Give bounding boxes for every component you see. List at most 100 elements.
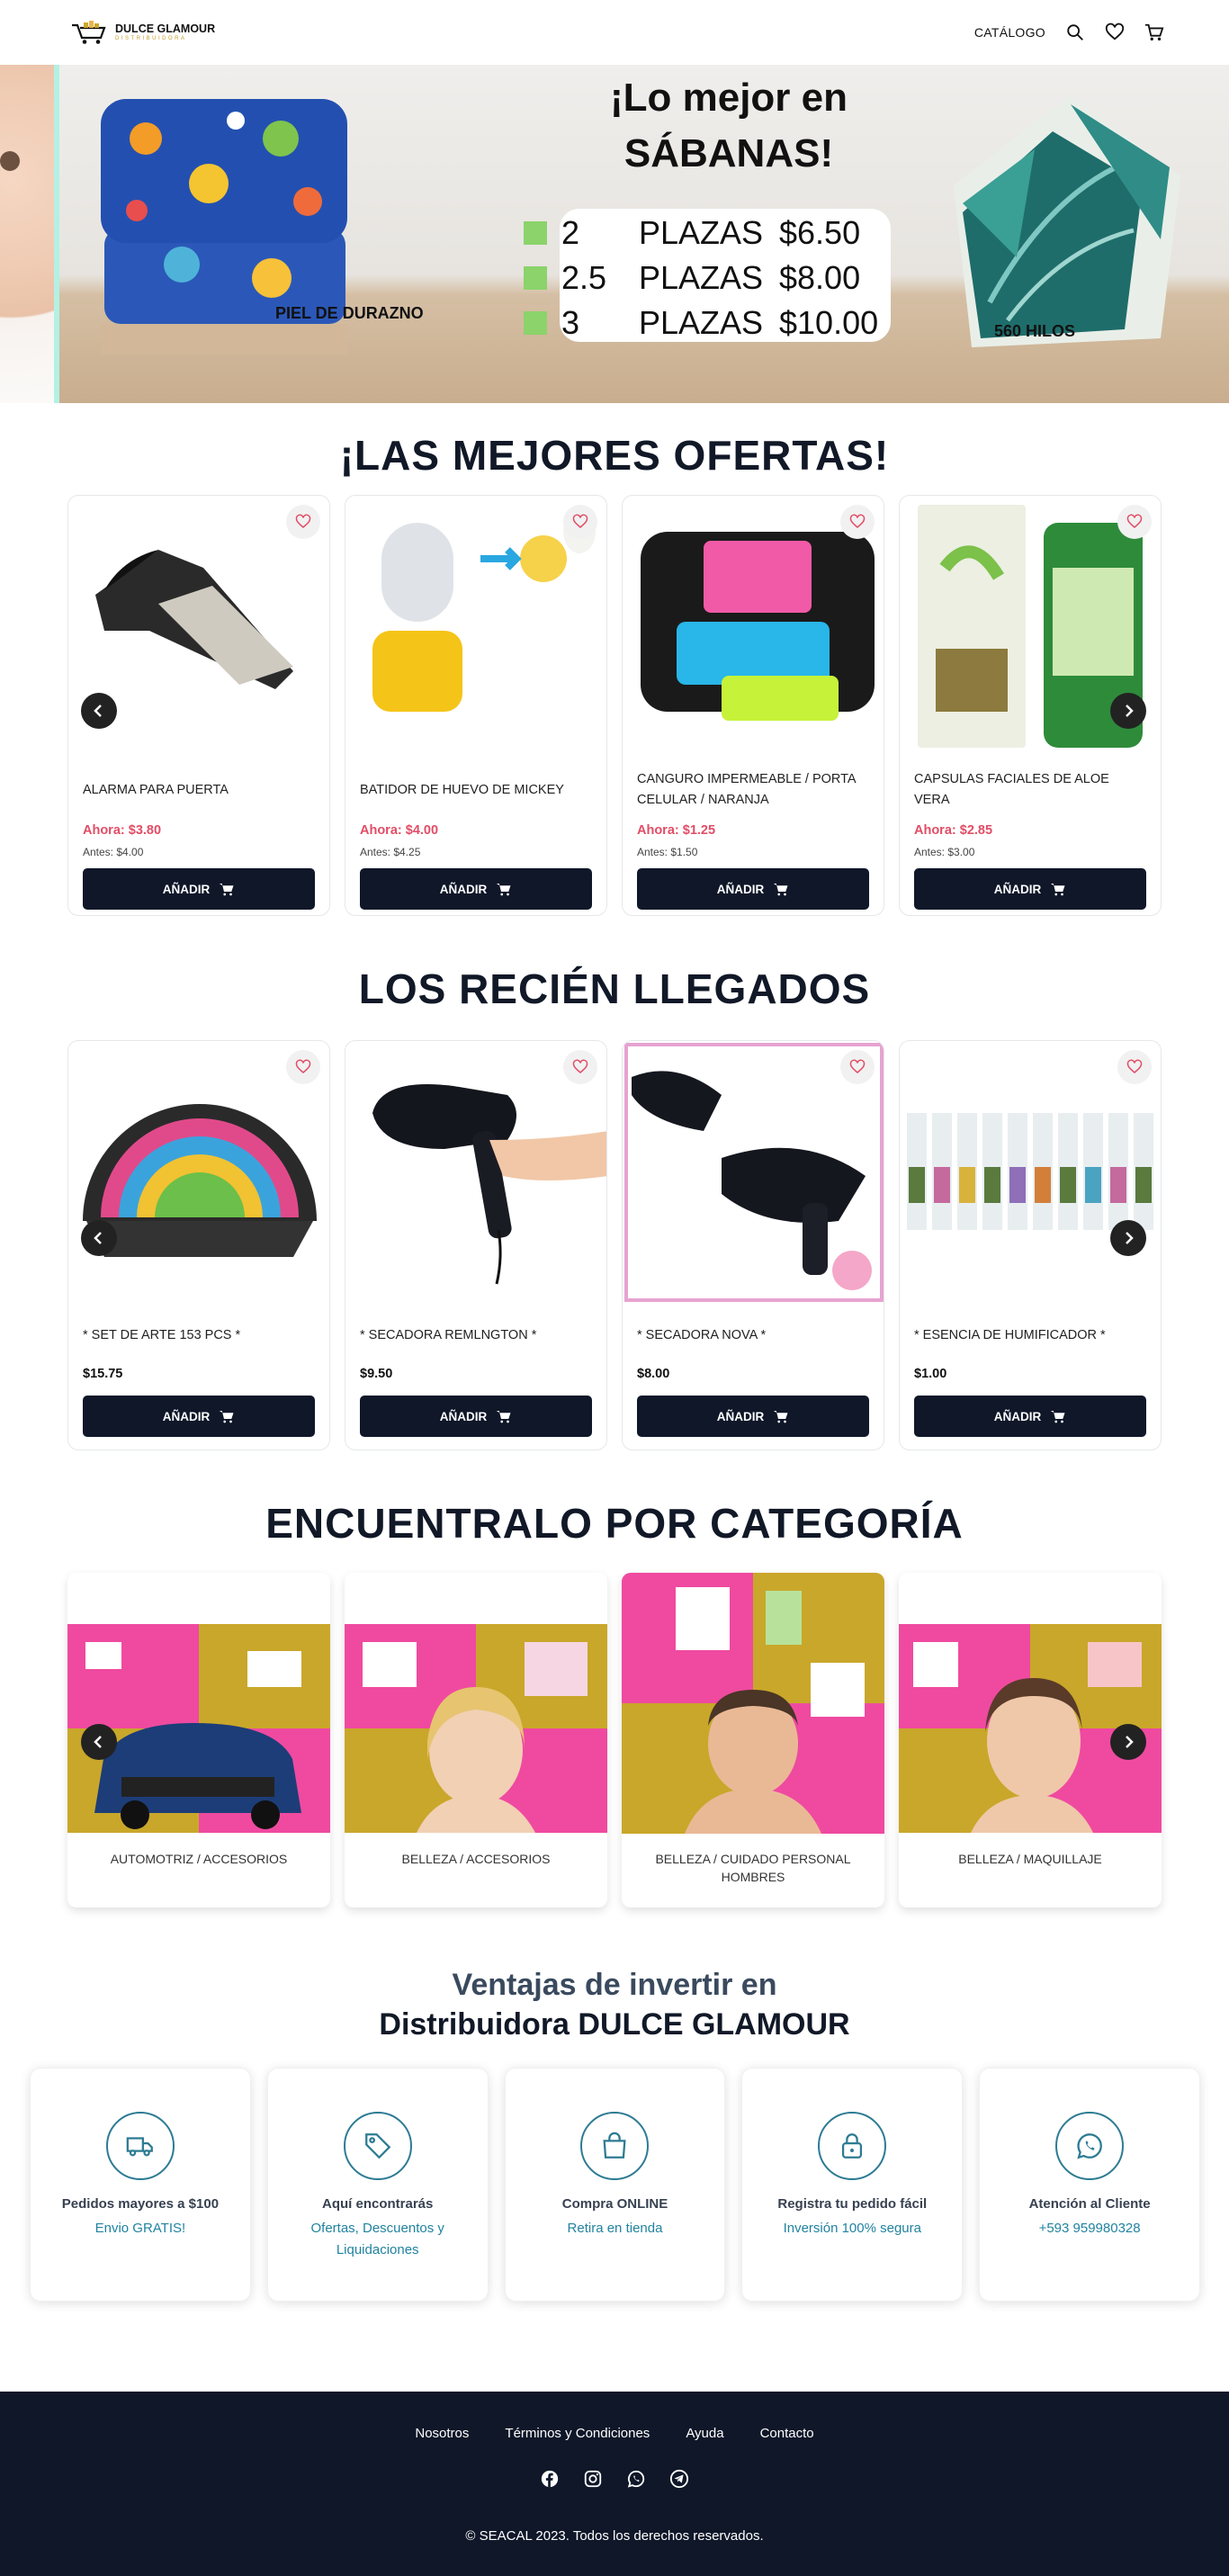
advantage-title: Compra ONLINE <box>561 2196 668 2212</box>
product-price: $9.50 <box>360 1367 393 1381</box>
product-name[interactable]: BATIDOR DE HUEVO DE MICKEY <box>360 780 592 801</box>
hero-price-row: 2 PLAZAS $6.50 <box>524 211 878 256</box>
product-card[interactable]: CANGURO IMPERMEABLE / PORTA CELULAR / NA… <box>622 495 884 916</box>
wishlist-button[interactable] <box>840 1050 875 1084</box>
wishlist-button[interactable] <box>286 1050 320 1084</box>
add-to-cart-button[interactable]: AÑADIR <box>637 1396 869 1437</box>
carousel-next-button[interactable] <box>1110 1724 1146 1760</box>
wishlist-button[interactable] <box>563 505 597 539</box>
advantage-title: Pedidos mayores a $100 <box>61 2196 220 2212</box>
wishlist-button[interactable] <box>286 505 320 539</box>
product-old-price: Antes: $4.25 <box>360 846 421 858</box>
search-icon[interactable] <box>1065 22 1085 42</box>
heart-icon[interactable] <box>1105 22 1125 42</box>
lock-icon <box>818 2112 887 2180</box>
cart-icon <box>774 884 788 896</box>
wishlist-button[interactable] <box>1117 1050 1152 1084</box>
wishlist-button[interactable] <box>563 1050 597 1084</box>
product-name[interactable]: ALARMA PARA PUERTA <box>83 780 315 801</box>
offers-title: ¡LAS MEJORES OFERTAS! <box>339 432 890 479</box>
category-card[interactable]: BELLEZA / CUIDADO PERSONAL HOMBRES <box>622 1573 884 1907</box>
product-name[interactable]: CANGURO IMPERMEABLE / PORTA CELULAR / NA… <box>637 769 869 811</box>
category-label: BELLEZA / MAQUILLAJE <box>958 1852 1102 1866</box>
product-price: $8.00 <box>637 1367 670 1381</box>
advantages-title-line1: Ventajas de invertir en <box>452 1968 777 2002</box>
hero-baby-image <box>0 65 56 403</box>
product-name[interactable]: CAPSULAS FACIALES DE ALOE VERA <box>914 769 1146 811</box>
chevron-right-icon <box>1126 1232 1134 1244</box>
site-footer: Nosotros Términos y Condiciones Ayuda Co… <box>0 2392 1229 2576</box>
cart-icon <box>220 884 234 896</box>
hero-banner[interactable]: PIEL DE DURAZNO ¡Lo mejor en SÁBANAS! 2P… <box>0 65 1229 403</box>
carousel-next-button[interactable] <box>1110 693 1146 729</box>
categories-title: ENCUENTRALO POR CATEGORÍA <box>265 1500 964 1547</box>
hero-fern-sheet-image <box>954 95 1180 347</box>
wishlist-button[interactable] <box>1117 505 1152 539</box>
facebook-icon[interactable] <box>540 2469 560 2489</box>
advantage-card: Atención al Cliente +593 959980328 <box>979 2068 1200 2302</box>
heart-icon <box>572 1059 588 1073</box>
product-sale-price: Ahora: $1.25 <box>637 823 716 838</box>
product-image <box>345 496 606 757</box>
product-name[interactable]: * SECADORA NOVA * <box>637 1325 869 1346</box>
shopping-bag-icon <box>580 2112 650 2180</box>
add-to-cart-button[interactable]: AÑADIR <box>83 1396 315 1437</box>
wishlist-button[interactable] <box>840 505 875 539</box>
footer-link-contact[interactable]: Contacto <box>760 2426 814 2441</box>
carousel-next-button[interactable] <box>1110 1220 1146 1256</box>
advantage-text[interactable]: +593 959980328 <box>1016 2218 1163 2239</box>
cart-icon <box>1051 884 1065 896</box>
carousel-prev-button[interactable] <box>81 1724 117 1760</box>
product-image <box>345 1041 606 1302</box>
product-name[interactable]: * ESENCIA DE HUMIFICADOR * <box>914 1325 1146 1346</box>
add-to-cart-button[interactable]: AÑADIR <box>360 1396 592 1437</box>
social-links <box>0 2469 1229 2489</box>
telegram-icon[interactable] <box>669 2469 689 2489</box>
product-card[interactable]: * SECADORA REMLNGTON * $9.50 AÑADIR <box>345 1040 607 1450</box>
site-logo[interactable]: DULCE GLAMOUR DISTRIBUIDORA <box>70 20 215 45</box>
product-price: $15.75 <box>83 1367 123 1381</box>
advantage-card: Registra tu pedido fácil Inversión 100% … <box>741 2068 964 2302</box>
add-to-cart-button[interactable]: AÑADIR <box>914 868 1146 910</box>
whatsapp-icon[interactable] <box>626 2469 646 2489</box>
nav-catalog-link[interactable]: CATÁLOGO <box>974 25 1045 40</box>
cart-icon[interactable] <box>1144 22 1164 42</box>
add-to-cart-button[interactable]: AÑADIR <box>637 868 869 910</box>
site-header: DULCE GLAMOUR DISTRIBUIDORA CATÁLOGO <box>0 0 1229 65</box>
advantages-title-line2: Distribuidora DULCE GLAMOUR <box>379 2007 850 2042</box>
truck-icon <box>105 2112 175 2180</box>
product-image <box>68 1041 329 1302</box>
product-old-price: Antes: $3.00 <box>914 846 975 858</box>
product-image <box>900 1041 1161 1302</box>
main-nav: CATÁLOGO <box>974 22 1164 42</box>
footer-link-about[interactable]: Nosotros <box>415 2426 469 2441</box>
carousel-prev-button[interactable] <box>81 693 117 729</box>
add-to-cart-button[interactable]: AÑADIR <box>360 868 592 910</box>
advantage-card: Compra ONLINE Retira en tienda <box>504 2068 726 2302</box>
advantage-text: Inversión 100% segura <box>783 2221 921 2236</box>
add-to-cart-button[interactable]: AÑADIR <box>83 868 315 910</box>
advantages-list: Pedidos mayores a $100 Envio GRATIS! Aqu… <box>0 2068 1229 2302</box>
product-sale-price: Ahora: $3.80 <box>83 823 162 838</box>
category-image <box>622 1573 884 1834</box>
add-to-cart-button[interactable]: AÑADIR <box>914 1396 1146 1437</box>
chevron-right-icon <box>1126 705 1134 717</box>
tag-icon <box>343 2112 412 2180</box>
hero-label-left: PIEL DE DURAZNO <box>275 304 424 322</box>
product-card[interactable]: BATIDOR DE HUEVO DE MICKEY Ahora: $4.00 … <box>345 495 607 916</box>
heart-icon <box>1126 1059 1143 1073</box>
footer-link-terms[interactable]: Términos y Condiciones <box>505 2426 650 2441</box>
hero-label-right: 560 HILOS <box>994 322 1076 340</box>
chevron-left-icon <box>94 1736 102 1748</box>
category-card[interactable]: BELLEZA / ACCESORIOS <box>345 1573 607 1907</box>
product-name[interactable]: * SET DE ARTE 153 PCS * <box>83 1325 315 1346</box>
product-card[interactable]: * SECADORA NOVA * $8.00 AÑADIR <box>622 1040 884 1450</box>
logo-cart-icon <box>72 21 106 44</box>
product-name[interactable]: * SECADORA REMLNGTON * <box>360 1325 592 1346</box>
footer-link-help[interactable]: Ayuda <box>686 2426 723 2441</box>
carousel-prev-button[interactable] <box>81 1220 117 1256</box>
advantage-card: Aquí encontrarás Ofertas, Descuentos y L… <box>266 2068 489 2302</box>
heart-icon <box>849 514 866 528</box>
category-label: BELLEZA / ACCESORIOS <box>401 1852 551 1866</box>
instagram-icon[interactable] <box>583 2469 603 2489</box>
